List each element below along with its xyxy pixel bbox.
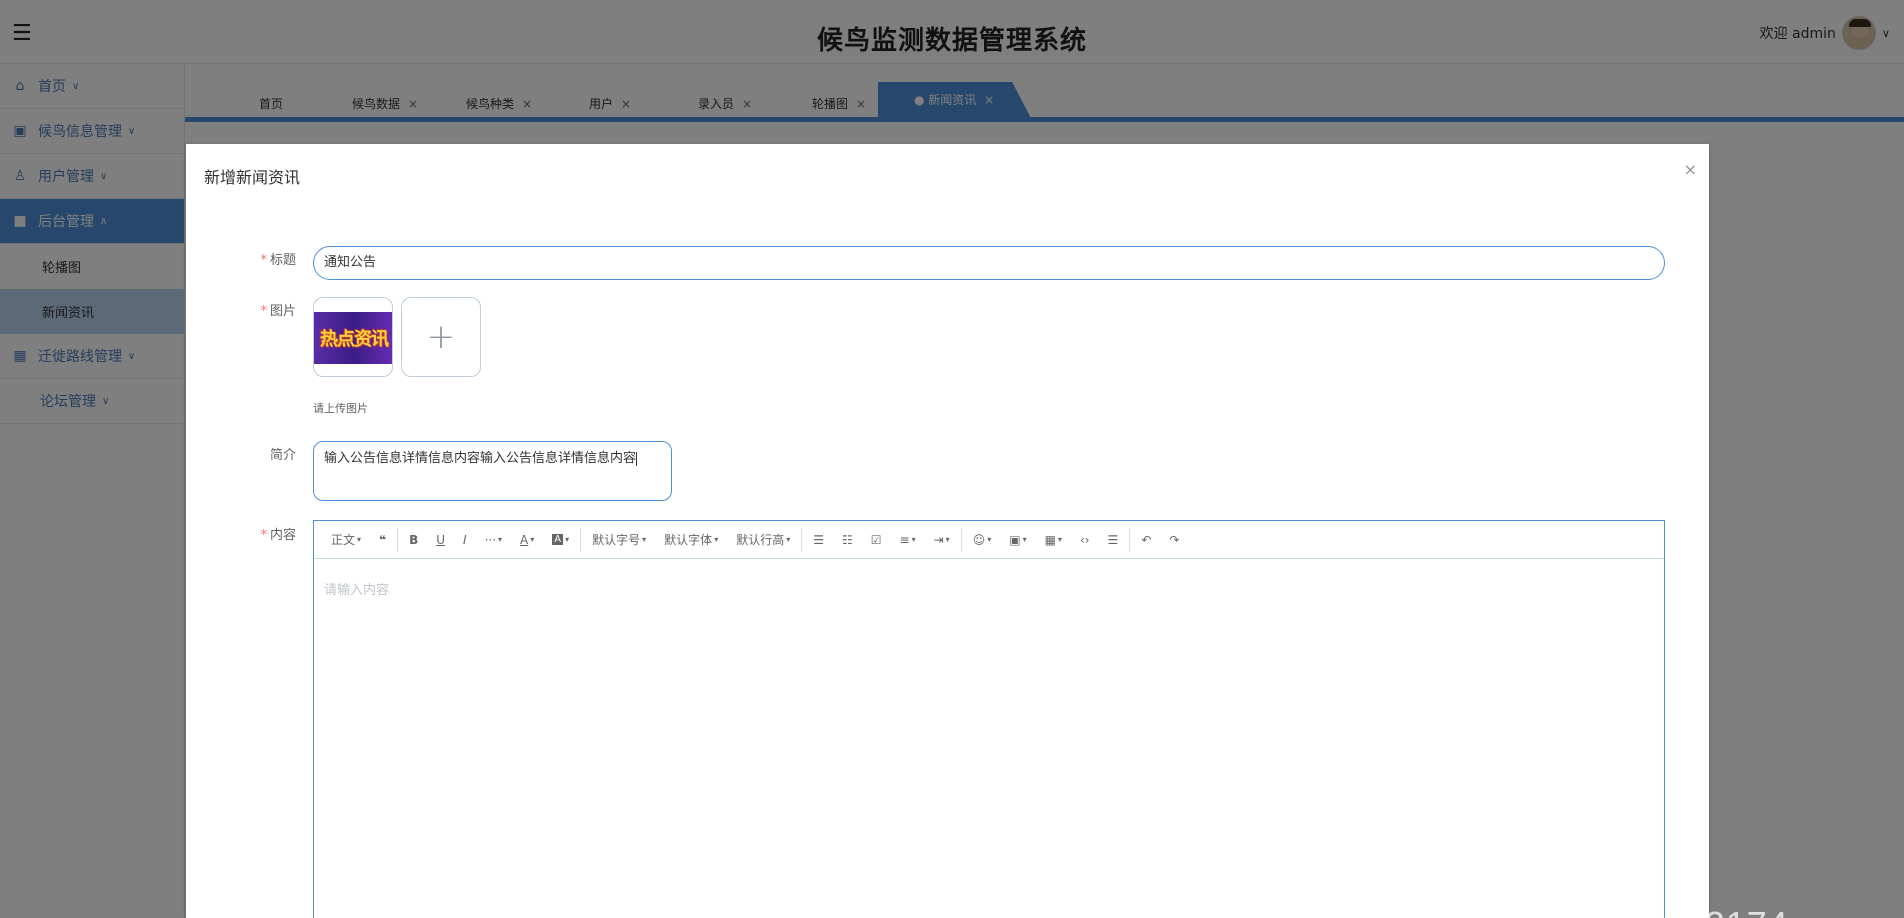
close-icon[interactable]: ×: [1684, 160, 1697, 179]
divider: [801, 527, 803, 552]
upload-image-button[interactable]: +: [401, 297, 481, 377]
bold-icon[interactable]: B: [400, 533, 427, 547]
image-caption: 热点资讯: [320, 329, 389, 350]
divider: [960, 527, 962, 552]
intro-textarea[interactable]: 输入公告信息详情信息内容输入公告信息详情信息内容: [313, 441, 672, 501]
todo-icon[interactable]: ☑: [862, 533, 891, 547]
editor-toolbar: 正文 ▾ ❝ B U I ··· ▾ A ▾ A ▾ 默认字号 ▾ 默认字体 ▾ 默认行高 ▾…: [314, 521, 1664, 559]
font-color-icon[interactable]: A ▾: [511, 533, 543, 547]
label-text: 标题: [269, 253, 296, 268]
editor-content-area[interactable]: 请输入内容: [314, 559, 1664, 618]
add-news-dialog: 新增新闻资讯 × * 标题 通知公告 * 图片 热点资讯 + 请上传图片 简介 输入…: [186, 144, 1709, 918]
align-icon[interactable]: ≡ ▾: [891, 533, 925, 547]
undo-icon[interactable]: ↶: [1132, 533, 1160, 547]
intro-label: 简介: [226, 444, 296, 463]
indent-icon[interactable]: ⇥ ▾: [925, 533, 959, 547]
plus-icon: +: [426, 317, 456, 357]
emoji-icon[interactable]: ☺ ▾: [964, 533, 1001, 547]
intro-text: 输入公告信息详情信息内容输入公告信息详情信息内容: [324, 451, 637, 466]
uploaded-image-thumbnail[interactable]: 热点资讯: [313, 297, 393, 377]
label-text: 图片: [269, 304, 296, 319]
divider: [397, 527, 399, 552]
watermark: CSDN @QQ_3359892174: [1462, 862, 1788, 918]
quote-icon[interactable]: ❝: [370, 533, 395, 547]
label-text: 简介: [269, 448, 296, 463]
divider-line-icon[interactable]: ☰: [1099, 533, 1128, 547]
dialog-title: 新增新闻资讯: [204, 168, 301, 187]
paragraph-select[interactable]: 正文 ▾: [322, 531, 370, 548]
rich-text-editor: 正文 ▾ ❝ B U I ··· ▾ A ▾ A ▾ 默认字号 ▾ 默认字体 ▾ 默认行高 ▾…: [313, 520, 1665, 918]
divider: [580, 527, 582, 552]
font-size-select[interactable]: 默认字号 ▾: [583, 531, 655, 548]
title-input[interactable]: 通知公告: [313, 246, 1665, 280]
redo-icon[interactable]: ↷: [1160, 533, 1188, 547]
image-icon[interactable]: ▣ ▾: [1000, 533, 1035, 547]
background-color-icon[interactable]: A ▾: [543, 534, 578, 545]
image-label: * 图片: [260, 304, 296, 319]
content-label: * 内容: [260, 528, 296, 543]
editor-placeholder: 请输入内容: [324, 583, 390, 598]
line-height-select[interactable]: 默认行高 ▾: [727, 531, 799, 548]
italic-icon[interactable]: I: [454, 533, 476, 547]
news-image: 热点资讯: [314, 312, 392, 364]
table-icon[interactable]: ▦ ▾: [1036, 533, 1071, 547]
text-cursor: [636, 451, 638, 466]
font-family-select[interactable]: 默认字体 ▾: [655, 531, 727, 548]
upload-tip: 请上传图片: [313, 402, 368, 415]
underline-icon[interactable]: U: [427, 533, 454, 547]
title-label: * 标题: [260, 253, 296, 268]
more-icon[interactable]: ··· ▾: [476, 533, 511, 547]
label-text: 内容: [269, 528, 296, 543]
divider: [1129, 527, 1131, 552]
code-icon[interactable]: ‹›: [1071, 533, 1099, 547]
bullet-list-icon[interactable]: ☰: [804, 533, 833, 547]
numbered-list-icon[interactable]: ☷: [833, 533, 862, 547]
